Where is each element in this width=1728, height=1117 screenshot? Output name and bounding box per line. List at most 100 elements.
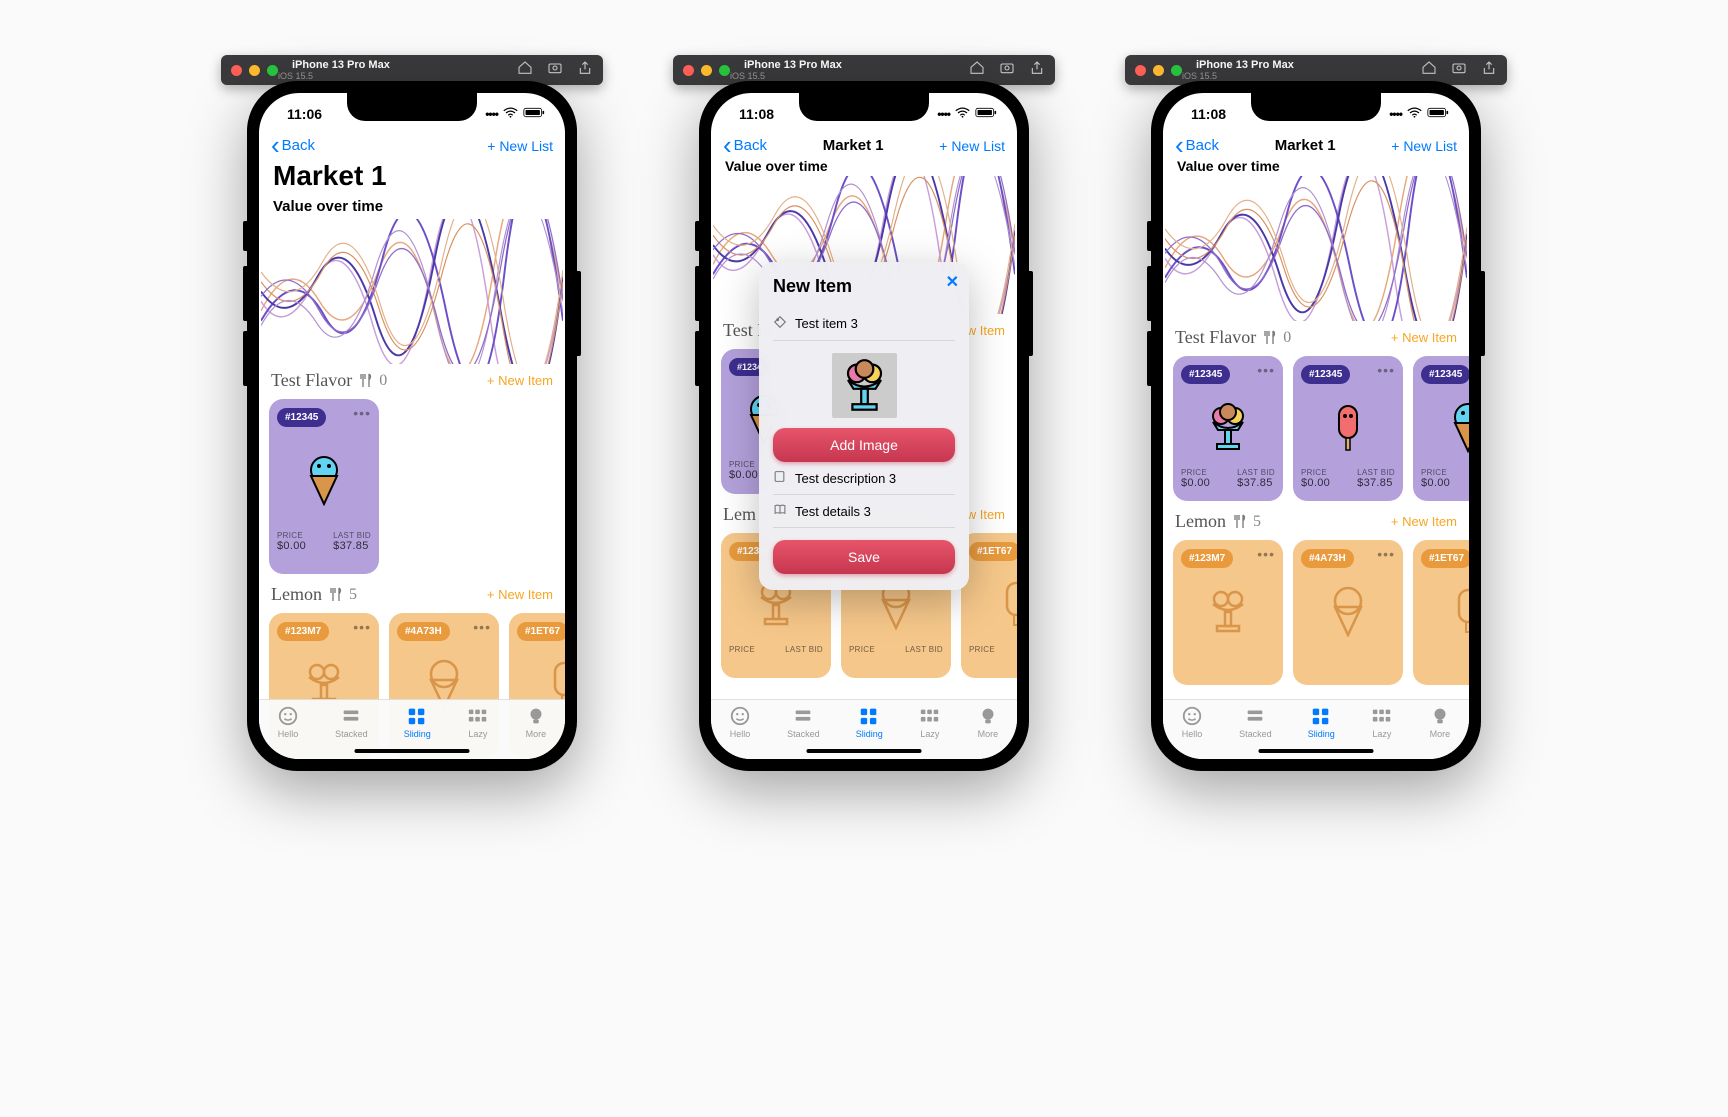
card-more-icon[interactable]: ••• <box>1257 546 1275 562</box>
card-more-icon[interactable]: ••• <box>1377 362 1395 378</box>
card-more-icon[interactable]: ••• <box>1377 546 1395 562</box>
item-card[interactable]: #4A73H••• <box>1293 540 1403 685</box>
value-chart <box>261 219 563 364</box>
page-title: Market 1 <box>259 158 565 198</box>
share-icon[interactable] <box>1029 60 1045 81</box>
fork-knife-icon <box>358 373 373 388</box>
details-field[interactable]: Test details 3 <box>773 495 955 528</box>
share-icon[interactable] <box>577 60 593 81</box>
simulator-3: iPhone 13 Pro MaxiOS 15.5 11:08 •••• Bac… <box>1125 55 1507 771</box>
item-id-badge: #4A73H <box>397 622 450 641</box>
item-card[interactable]: #12345••• PRICE$0.00 <box>1413 356 1469 501</box>
smiley-icon <box>277 705 299 727</box>
window-close-icon[interactable] <box>683 65 694 76</box>
window-zoom-icon[interactable] <box>1171 65 1182 76</box>
card-more-icon[interactable]: ••• <box>473 619 491 635</box>
save-button[interactable]: Save <box>773 540 955 574</box>
simulator-1: iPhone 13 Pro Max iOS 15.5 11:06 •••• <box>221 55 603 771</box>
back-button[interactable]: Back <box>1175 137 1219 154</box>
wifi-icon <box>503 107 518 122</box>
add-image-button[interactable]: Add Image <box>773 428 955 462</box>
fork-knife-icon <box>328 587 343 602</box>
new-item-button[interactable]: + New Item <box>1391 330 1457 345</box>
section-title-lemon: Lemon 5 <box>271 584 357 605</box>
tab-stacked[interactable]: Stacked <box>335 705 368 739</box>
tab-lazy[interactable]: Lazy <box>467 705 489 739</box>
home-indicator[interactable] <box>355 749 470 753</box>
home-indicator[interactable] <box>1259 749 1374 753</box>
section-title-lemon: Lemon 5 <box>1175 511 1261 532</box>
stacked-icon <box>340 705 362 727</box>
new-item-modal: ✕ New Item Test item 3 Add Image Test de… <box>759 262 969 590</box>
clock: 11:06 <box>287 106 322 122</box>
tab-more[interactable]: More <box>525 705 547 739</box>
tag-icon <box>773 315 787 332</box>
window-minimize-icon[interactable] <box>701 65 712 76</box>
grid3-icon <box>467 705 489 727</box>
fork-knife-icon <box>1232 514 1247 529</box>
tab-sliding[interactable]: Sliding <box>1308 705 1335 739</box>
fork-knife-icon <box>1262 330 1277 345</box>
description-field[interactable]: Test description 3 <box>773 462 955 495</box>
signal-icon: •••• <box>485 107 498 121</box>
item-card[interactable]: #12345 ••• PRICE$0.00 LAST BID$37.85 <box>269 399 379 574</box>
signal-icon: •••• <box>1389 107 1402 121</box>
wifi-icon <box>1407 107 1422 122</box>
section-title-testflavor: Test Flavor 0 <box>1175 327 1291 348</box>
tab-hello[interactable]: Hello <box>1181 705 1203 739</box>
home-icon[interactable] <box>1421 60 1437 81</box>
share-icon[interactable] <box>1481 60 1497 81</box>
value-chart <box>1165 176 1467 321</box>
window-zoom-icon[interactable] <box>267 65 278 76</box>
item-card[interactable]: #1ET67••• <box>1413 540 1469 685</box>
item-image-preview <box>832 353 897 418</box>
new-item-modal-overlay: ✕ New Item Test item 3 Add Image Test de… <box>711 93 1017 759</box>
battery-icon <box>1427 107 1449 121</box>
window-minimize-icon[interactable] <box>249 65 260 76</box>
clock: 11:08 <box>1191 106 1226 122</box>
note-icon <box>773 470 787 486</box>
chart-title: Value over time <box>1163 158 1469 176</box>
sim-title: iPhone 13 Pro Max <box>292 60 390 71</box>
tab-hello[interactable]: Hello <box>277 705 299 739</box>
new-item-button[interactable]: + New Item <box>1391 514 1457 529</box>
close-icon[interactable]: ✕ <box>946 272 959 292</box>
item-image <box>289 435 359 525</box>
card-more-icon[interactable]: ••• <box>353 619 371 635</box>
battery-icon <box>523 107 545 121</box>
tab-more[interactable]: More <box>1429 705 1451 739</box>
card-more-icon[interactable]: ••• <box>353 405 371 421</box>
item-card[interactable]: #123M7••• <box>1173 540 1283 685</box>
tab-sliding[interactable]: Sliding <box>404 705 431 739</box>
screenshot-icon[interactable] <box>547 60 563 81</box>
item-card[interactable]: #12345••• PRICE$0.00LAST BID$37.85 <box>1293 356 1403 501</box>
card-more-icon[interactable]: ••• <box>1257 362 1275 378</box>
item-id-badge: #12345 <box>277 408 326 427</box>
item-id-badge: #1ET67 <box>517 622 565 641</box>
tab-stacked[interactable]: Stacked <box>1239 705 1272 739</box>
chart-title: Value over time <box>259 198 565 219</box>
screenshot-icon[interactable] <box>999 60 1015 81</box>
window-zoom-icon[interactable] <box>719 65 730 76</box>
window-close-icon[interactable] <box>231 65 242 76</box>
name-field[interactable]: Test item 3 <box>773 307 955 341</box>
modal-title: New Item <box>773 276 955 297</box>
new-item-button[interactable]: + New Item <box>487 587 553 602</box>
screenshot-icon[interactable] <box>1451 60 1467 81</box>
new-list-button[interactable]: + New List <box>487 138 553 154</box>
item-card[interactable]: #12345••• PRICE$0.00LAST BID$37.85 <box>1173 356 1283 501</box>
tab-lazy[interactable]: Lazy <box>1371 705 1393 739</box>
back-button[interactable]: Back <box>271 137 315 154</box>
nav-title: Market 1 <box>1275 137 1336 154</box>
bulb-icon <box>525 705 547 727</box>
item-id-badge: #123M7 <box>277 622 329 641</box>
home-icon[interactable] <box>517 60 533 81</box>
window-close-icon[interactable] <box>1135 65 1146 76</box>
sim-subtitle: iOS 15.5 <box>278 71 390 81</box>
book-icon <box>773 503 787 519</box>
window-minimize-icon[interactable] <box>1153 65 1164 76</box>
new-item-button[interactable]: + New Item <box>487 373 553 388</box>
home-icon[interactable] <box>969 60 985 81</box>
new-list-button[interactable]: + New List <box>1391 138 1457 154</box>
simulator-2: iPhone 13 Pro MaxiOS 15.5 11:08 •••• Bac… <box>673 55 1055 771</box>
